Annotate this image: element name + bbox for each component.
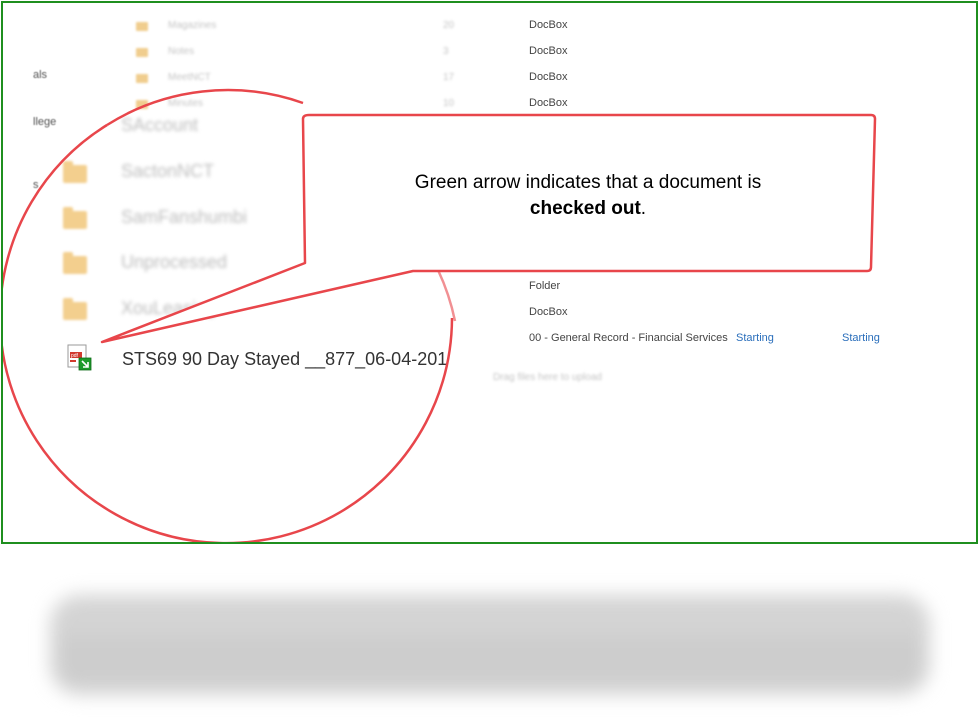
callout-bubble xyxy=(100,113,877,344)
callout-emphasis: checked out xyxy=(529,198,641,219)
callout-overlay xyxy=(3,88,877,542)
callout-suffix: . xyxy=(640,198,647,219)
reflection-shadow xyxy=(50,595,930,695)
magnifier-circle-top xyxy=(106,88,304,127)
callout-line: Green arrow indicates that a document is xyxy=(414,172,762,193)
screenshot-frame: als llege s Magazines 20 DocBox Notes 3 … xyxy=(1,1,978,544)
callout-text: Green arrow indicates that a document is… xyxy=(303,170,873,222)
